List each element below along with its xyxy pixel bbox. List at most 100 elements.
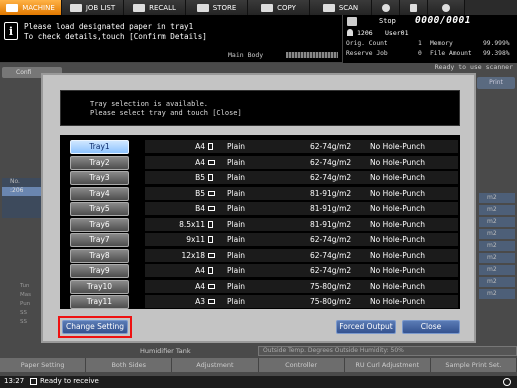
paper-weight: 62-74g/m2 bbox=[310, 142, 352, 151]
tray-button[interactable]: Tray11 bbox=[70, 295, 129, 309]
tray-info: 12x18 Plain 62-74g/m2 No Hole-Punch bbox=[145, 248, 458, 263]
tray-button[interactable]: Tray5 bbox=[70, 202, 129, 216]
list-item: m2 bbox=[479, 193, 515, 203]
print-button[interactable]: Print bbox=[477, 77, 515, 89]
hole-punch-setting: No Hole-Punch bbox=[370, 297, 425, 306]
paper-weight: 62-74g/m2 bbox=[310, 266, 352, 275]
tray-row: Tray7 9x11 Plain 62-74g/m2 No Hole-Punch bbox=[60, 232, 460, 248]
hole-punch-setting: No Hole-Punch bbox=[370, 250, 425, 260]
volume-button[interactable] bbox=[400, 0, 428, 15]
list-item: m2 bbox=[479, 241, 515, 251]
tab-copy[interactable]: COPY bbox=[248, 0, 310, 15]
tray-list: Tray1 A4 Plain 62-74g/m2 No Hole-Punch Tray2 A… bbox=[60, 135, 460, 309]
tab-store[interactable]: STORE bbox=[186, 0, 248, 15]
paper-type: Plain bbox=[227, 142, 246, 151]
tray-row: Tray10 A4 Plain 75-80g/m2 No Hole-Punch bbox=[60, 279, 460, 295]
list-item: Tun bbox=[20, 283, 30, 289]
tray-row: Tray4 B5 Plain 81-91g/m2 No Hole-Punch bbox=[60, 186, 460, 202]
tray-button[interactable]: Tray4 bbox=[70, 186, 129, 201]
paper-size: A4 bbox=[195, 157, 205, 167]
paper-orientation-icon bbox=[208, 174, 213, 181]
tray-button[interactable]: Tray9 bbox=[70, 264, 129, 278]
tab-job-list[interactable]: JOB LIST bbox=[62, 0, 124, 15]
paper-weight: 81-91g/m2 bbox=[310, 188, 352, 198]
tray-button[interactable]: Tray7 bbox=[70, 233, 129, 247]
info-icon: i bbox=[4, 22, 18, 40]
top-tab-bar: MACHINE JOB LIST RECALL STORE COPY SCAN bbox=[0, 0, 517, 15]
tray-button[interactable]: Tray10 bbox=[70, 279, 129, 294]
paper-size: A4 bbox=[195, 281, 205, 291]
footer-message: Ready to receive bbox=[40, 377, 99, 385]
paper-type: Plain bbox=[227, 188, 246, 198]
adjustment-button[interactable]: Adjustment bbox=[172, 358, 259, 372]
dialog-message-line-1: Tray selection is available. bbox=[90, 100, 209, 108]
hole-punch-setting: No Hole-Punch bbox=[370, 235, 425, 244]
tab-scan[interactable]: SCAN bbox=[310, 0, 372, 15]
paper-orientation-icon bbox=[208, 283, 215, 289]
status-panel: Stop 0000/0001 1206 User01 Orig. Count 1… bbox=[342, 15, 517, 63]
status-footer: 13:27 Ready to receive bbox=[0, 376, 517, 388]
outside-conditions: Outside Temp. Degrees Outside Humidity: … bbox=[258, 346, 517, 356]
job-count: 0000/0001 bbox=[415, 15, 471, 26]
help-button[interactable] bbox=[428, 0, 465, 15]
list-header: No. bbox=[10, 178, 20, 185]
paper-size: 9x11 bbox=[186, 235, 205, 244]
copy-icon bbox=[261, 3, 274, 12]
tray-row: Tray1 A4 Plain 62-74g/m2 No Hole-Punch bbox=[60, 139, 460, 155]
tray-row: Tray6 8.5x11 Plain 81-91g/m2 No Hole-Punch bbox=[60, 217, 460, 233]
tray-button[interactable]: Tray1 bbox=[70, 140, 129, 154]
tray-row: Tray11 A3 Plain 75-80g/m2 No Hole-Punch bbox=[60, 294, 460, 310]
list-item[interactable]: :206 bbox=[2, 187, 42, 196]
change-setting-button[interactable]: Change Setting bbox=[62, 320, 128, 334]
paper-setting-button[interactable]: Paper Setting bbox=[0, 358, 87, 372]
hole-punch-setting: No Hole-Punch bbox=[370, 204, 425, 213]
paper-orientation-icon bbox=[208, 220, 213, 228]
main-body-indicator bbox=[286, 52, 338, 58]
list-item: m2 bbox=[479, 265, 515, 275]
tray-info: B5 Plain 62-74g/m2 No Hole-Punch bbox=[145, 171, 458, 185]
message-panel: i Please load designated paper in tray1 … bbox=[0, 15, 342, 63]
scanner-status: Ready to use scanner bbox=[434, 63, 513, 71]
paper-orientation-icon bbox=[208, 143, 213, 150]
both-sides-button[interactable]: Both Sides bbox=[86, 358, 173, 372]
main-body-label: Main Body bbox=[228, 51, 264, 59]
brightness-icon bbox=[381, 3, 390, 12]
humidifier-tank-label: Humidifier Tank bbox=[140, 347, 191, 355]
paper-weight: 62-74g/m2 bbox=[310, 157, 352, 167]
tray-button[interactable]: Tray2 bbox=[70, 155, 129, 170]
paper-type: Plain bbox=[227, 173, 246, 182]
paper-type: Plain bbox=[227, 219, 246, 229]
job-list-panel: No. :206 bbox=[2, 178, 42, 218]
paper-type: Plain bbox=[227, 297, 246, 306]
list-item: m2 bbox=[479, 277, 515, 287]
sample-print-button[interactable]: Sample Print Set. bbox=[430, 358, 517, 372]
list-item: Pun bbox=[20, 301, 31, 307]
tray-info: A4 Plain 62-74g/m2 No Hole-Punch bbox=[145, 155, 458, 170]
tray-info: A4 Plain 62-74g/m2 No Hole-Punch bbox=[145, 264, 458, 278]
paper-orientation-icon bbox=[208, 236, 213, 243]
paper-orientation-icon bbox=[208, 299, 215, 304]
paper-orientation-icon bbox=[208, 267, 213, 274]
paper-orientation-icon bbox=[208, 190, 215, 196]
tray-row: Tray5 B4 Plain 81-91g/m2 No Hole-Punch bbox=[60, 201, 460, 217]
list-item: m2 bbox=[479, 229, 515, 239]
network-icon bbox=[30, 378, 37, 385]
tab-recall[interactable]: RECALL bbox=[124, 0, 186, 15]
paper-weight: 81-91g/m2 bbox=[310, 219, 352, 229]
list-item: Mas bbox=[20, 292, 31, 298]
joblist-icon bbox=[69, 3, 82, 12]
close-button[interactable]: Close bbox=[402, 320, 460, 334]
curl-adjustment-button[interactable]: RU Curl Adjustment bbox=[344, 358, 431, 372]
tab-machine[interactable]: MACHINE bbox=[0, 0, 62, 15]
paper-size: B5 bbox=[195, 173, 205, 182]
reserve-job-row: Reserve Job 0 File Amount 99.398% bbox=[346, 50, 510, 57]
forced-output-button[interactable]: Forced Output bbox=[336, 320, 396, 334]
settings-icon[interactable] bbox=[503, 378, 511, 386]
brightness-button[interactable] bbox=[372, 0, 400, 15]
controller-button[interactable]: Controller bbox=[258, 358, 345, 372]
list-item: SS bbox=[20, 310, 27, 316]
tray-button[interactable]: Tray8 bbox=[70, 248, 129, 263]
tray-button[interactable]: Tray6 bbox=[70, 217, 129, 232]
paper-type: Plain bbox=[227, 235, 246, 244]
tray-button[interactable]: Tray3 bbox=[70, 171, 129, 185]
